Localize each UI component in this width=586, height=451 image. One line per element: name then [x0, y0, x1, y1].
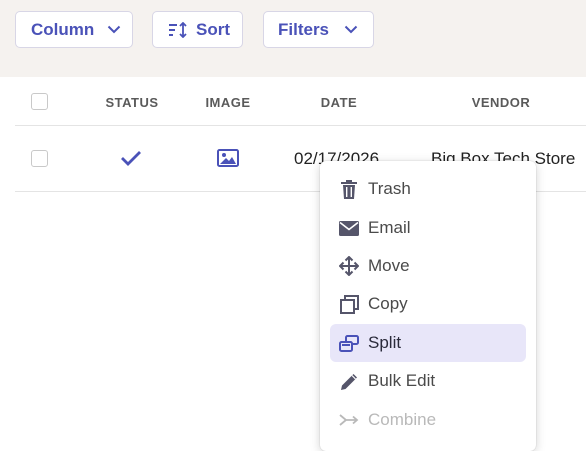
select-all-checkbox[interactable]	[31, 93, 48, 110]
combine-icon	[339, 410, 359, 430]
pencil-icon	[339, 371, 359, 391]
menu-item-label: Email	[368, 218, 411, 237]
move-arrows-icon	[339, 256, 359, 276]
sort-icon	[168, 21, 188, 38]
image-icon[interactable]	[217, 149, 239, 172]
check-icon	[120, 149, 142, 172]
menu-item-email[interactable]: Email	[330, 209, 526, 247]
column-button-label: Column	[31, 19, 95, 39]
menu-item-split[interactable]: Split	[330, 324, 526, 362]
menu-item-label: Bulk Edit	[368, 371, 436, 390]
row-checkbox[interactable]	[31, 150, 48, 167]
column-button[interactable]: Column	[15, 11, 133, 48]
column-header-status[interactable]: STATUS	[104, 95, 160, 110]
filters-button-label: Filters	[278, 19, 330, 39]
column-header-image[interactable]: IMAGE	[202, 95, 254, 110]
menu-item-label: Move	[368, 256, 410, 275]
menu-item-trash[interactable]: Trash	[330, 170, 526, 208]
sort-button[interactable]: Sort	[152, 11, 243, 48]
filters-button[interactable]: Filters	[263, 11, 374, 48]
chevron-down-icon	[344, 25, 358, 34]
menu-item-combine: Combine	[330, 401, 526, 439]
chevron-down-icon	[107, 25, 121, 34]
toolbar: Column Sort Filters	[0, 0, 586, 77]
context-menu: Trash Email Move Copy Split Bulk Edit Co…	[320, 161, 536, 451]
menu-item-copy[interactable]: Copy	[330, 285, 526, 323]
menu-item-label: Trash	[368, 179, 411, 198]
column-header-date[interactable]: DATE	[316, 95, 362, 110]
split-icon	[339, 333, 359, 353]
menu-item-label: Combine	[368, 410, 437, 429]
menu-item-label: Split	[368, 333, 402, 352]
menu-item-bulk-edit[interactable]: Bulk Edit	[330, 362, 526, 400]
menu-item-label: Copy	[368, 294, 408, 313]
sort-button-label: Sort	[196, 19, 230, 39]
copy-icon	[339, 294, 359, 314]
header-divider	[15, 125, 586, 126]
column-header-vendor[interactable]: VENDOR	[470, 95, 532, 110]
menu-item-move[interactable]: Move	[330, 247, 526, 285]
envelope-icon	[339, 218, 359, 238]
trash-icon	[339, 179, 359, 199]
